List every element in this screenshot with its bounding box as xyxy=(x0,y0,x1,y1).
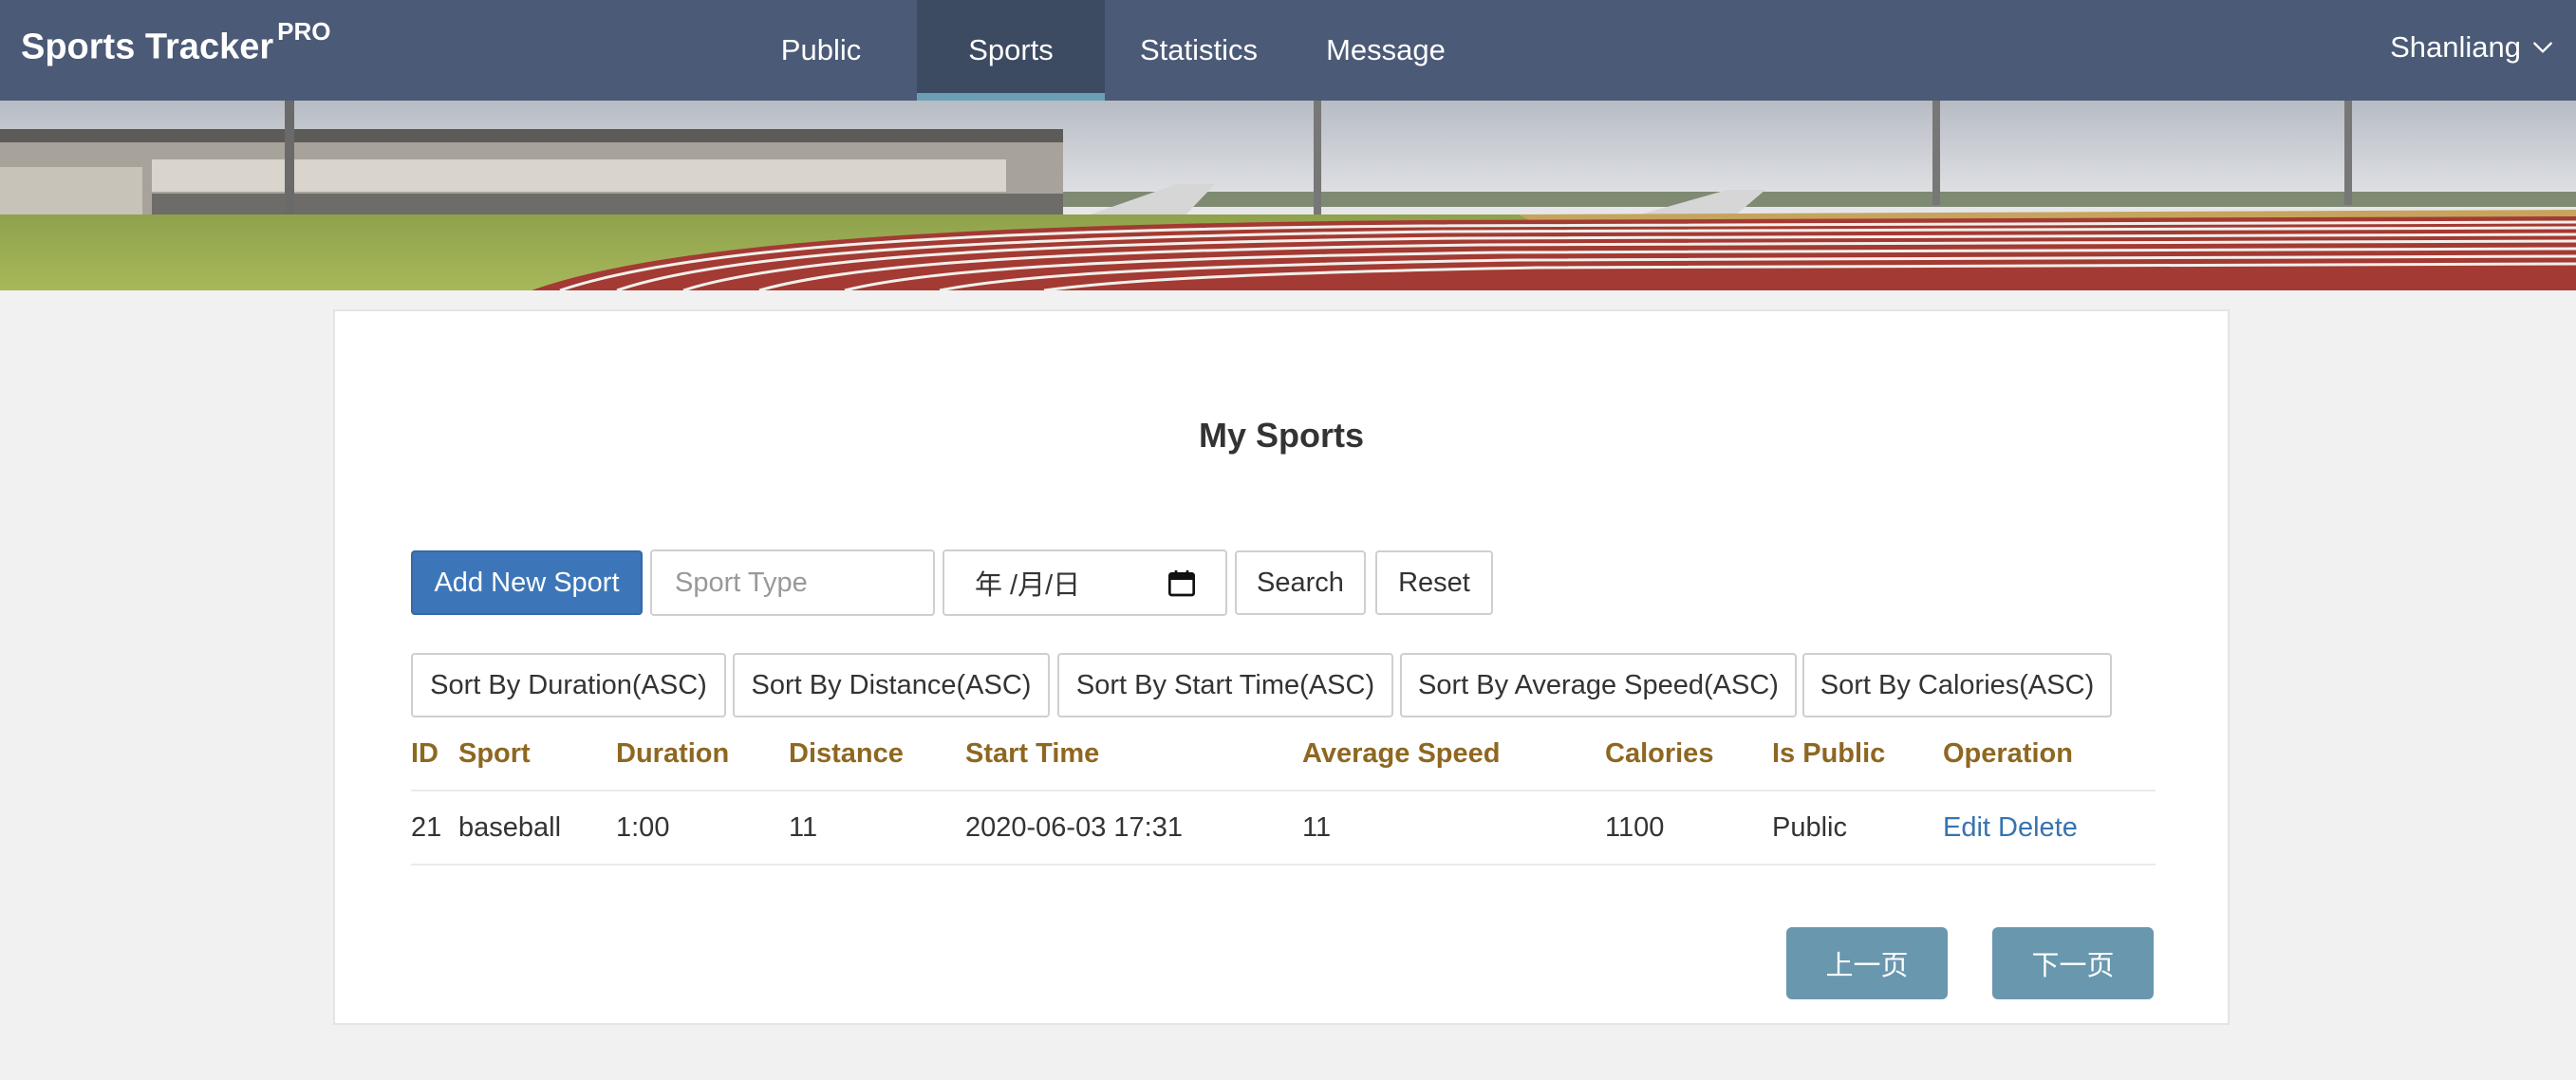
brand-badge: PRO xyxy=(277,17,331,46)
sort-by-distance-button[interactable]: Sort By Distance(ASC) xyxy=(733,653,1050,717)
column-header-duration: Duration xyxy=(616,738,730,769)
cell-duration: 1:00 xyxy=(616,812,670,843)
top-navbar: Sports Tracker PRO Public Sports Statisti… xyxy=(0,0,2576,101)
my-sports-panel: My Sports Add New Sport 年 /月/日 Search Re… xyxy=(333,309,2230,1025)
column-header-calories: Calories xyxy=(1605,738,1714,769)
hero-banner-image xyxy=(0,101,2576,290)
edit-link[interactable]: Edit xyxy=(1943,812,1990,843)
brand-logo[interactable]: Sports Tracker PRO xyxy=(21,17,330,68)
sort-by-duration-button[interactable]: Sort By Duration(ASC) xyxy=(411,653,726,717)
user-name: Shanliang xyxy=(2390,30,2521,64)
nav-message-label: Message xyxy=(1326,33,1446,66)
cell-operation: Edit Delete xyxy=(1943,812,2078,844)
sport-type-input[interactable] xyxy=(650,549,935,616)
nav-statistics[interactable]: Statistics xyxy=(1105,0,1293,101)
cell-distance: 11 xyxy=(789,812,818,843)
column-header-sport: Sport xyxy=(458,738,531,769)
cell-start-time: 2020-06-03 17:31 xyxy=(965,812,1183,843)
nav-public[interactable]: Public xyxy=(757,0,885,101)
sort-by-average-speed-button[interactable]: Sort By Average Speed(ASC) xyxy=(1400,653,1797,717)
cell-sport: baseball xyxy=(458,812,562,843)
chevron-down-icon xyxy=(2533,42,2552,53)
date-placeholder: 年 /月/日 xyxy=(975,570,1081,601)
sort-by-start-time-button[interactable]: Sort By Start Time(ASC) xyxy=(1057,653,1393,717)
cell-average-speed: 11 xyxy=(1302,812,1332,843)
add-new-sport-button[interactable]: Add New Sport xyxy=(411,550,643,615)
next-page-button[interactable]: 下一页 xyxy=(1992,927,2154,999)
delete-link[interactable]: Delete xyxy=(1998,812,2078,843)
column-header-id: ID xyxy=(411,738,439,769)
calendar-icon[interactable] xyxy=(1167,568,1197,599)
brand-name: Sports Tracker xyxy=(21,27,274,67)
column-header-start-time: Start Time xyxy=(965,738,1100,769)
nav-sports-label: Sports xyxy=(968,33,1054,66)
nav-public-label: Public xyxy=(780,33,862,66)
cell-id: 21 xyxy=(411,812,442,843)
running-track-image xyxy=(0,101,2576,290)
previous-page-button[interactable]: 上一页 xyxy=(1786,927,1948,999)
nav-sports[interactable]: Sports xyxy=(917,0,1105,101)
column-header-average-speed: Average Speed xyxy=(1302,738,1501,769)
table-header-divider xyxy=(411,790,2156,791)
page-title: My Sports xyxy=(1198,416,1365,455)
reset-button[interactable]: Reset xyxy=(1375,550,1493,615)
search-button[interactable]: Search xyxy=(1235,550,1366,615)
cell-is-public: Public xyxy=(1772,812,1847,843)
column-header-operation: Operation xyxy=(1943,738,2073,769)
column-header-is-public: Is Public xyxy=(1772,738,1886,769)
nav-statistics-label: Statistics xyxy=(1139,33,1259,66)
sort-by-calories-button[interactable]: Sort By Calories(ASC) xyxy=(1802,653,2112,717)
table-row-divider xyxy=(411,864,2156,866)
user-menu[interactable]: Shanliang xyxy=(2390,0,2555,95)
start-date-input[interactable]: 年 /月/日 xyxy=(943,549,1227,616)
column-header-distance: Distance xyxy=(789,738,904,769)
nav-message[interactable]: Message xyxy=(1310,0,1462,101)
cell-calories: 1100 xyxy=(1605,812,1665,843)
